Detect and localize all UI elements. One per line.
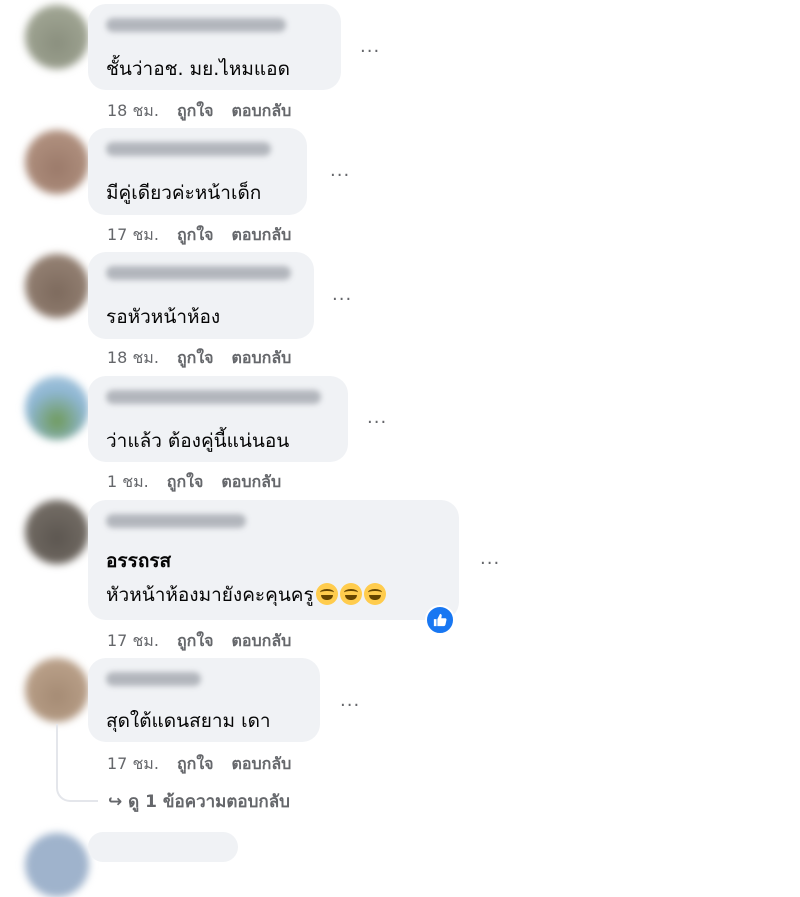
comment-timestamp[interactable]: 1 ชม.: [107, 472, 149, 491]
comment-text: ว่าแล้ว ต้องคู่นี้แน่นอน: [106, 430, 290, 452]
comment-meta: 18 ชม. ถูกใจ ตอบกลับ: [107, 99, 309, 124]
reply-link[interactable]: ตอบกลับ: [232, 754, 292, 773]
comment-text: หัวหน้าห้องมายังคะคุนครู: [106, 580, 386, 610]
comment-bubble: มีคู่เดียวค่ะหน้าเด็ก: [88, 128, 307, 215]
comment-timestamp[interactable]: 18 ชม.: [107, 101, 159, 120]
comment-bubble: ว่าแล้ว ต้องคู่นี้แน่นอน: [88, 376, 348, 462]
like-reaction-badge[interactable]: [425, 605, 455, 635]
like-link[interactable]: ถูกใจ: [177, 225, 214, 244]
commenter-avatar[interactable]: [25, 658, 89, 722]
comment-timestamp[interactable]: 17 ชม.: [107, 225, 159, 244]
comment-text-content: หัวหน้าห้องมายังคะคุนครู: [106, 584, 314, 606]
like-link[interactable]: ถูกใจ: [177, 754, 214, 773]
commenter-name-blurred[interactable]: [106, 390, 321, 404]
comment-timestamp[interactable]: 18 ชม.: [107, 348, 159, 367]
grinning-sweat-emoji: [315, 583, 338, 605]
view-replies-link[interactable]: ↪ ดู 1 ข้อความตอบกลับ: [108, 788, 290, 815]
more-options-button[interactable]: ...: [330, 160, 350, 181]
commenter-name-blurred[interactable]: [106, 18, 286, 32]
like-link[interactable]: ถูกใจ: [177, 348, 214, 367]
commenter-name-blurred[interactable]: [106, 142, 271, 156]
comment-text: มีคู่เดียวค่ะหน้าเด็ก: [106, 182, 262, 204]
comment-bubble: รอหัวหน้าห้อง: [88, 252, 314, 339]
comment-text: ชั้นว่าอช. มย.ไหมแอด: [106, 58, 290, 80]
commenter-avatar[interactable]: [25, 5, 89, 69]
reply-link[interactable]: ตอบกลับ: [221, 472, 281, 491]
comment-bubble: สุดใต้แดนสยาม เดา: [88, 658, 320, 742]
commenter-name-blurred[interactable]: [106, 672, 201, 686]
commenter-avatar[interactable]: [25, 376, 89, 440]
more-options-button[interactable]: ...: [360, 36, 380, 57]
comment-bubble: [88, 832, 238, 862]
reply-link[interactable]: ตอบกลับ: [232, 631, 292, 650]
like-link[interactable]: ถูกใจ: [167, 472, 204, 491]
like-link[interactable]: ถูกใจ: [177, 631, 214, 650]
commenter-avatar[interactable]: [25, 254, 89, 318]
commenter-name-blurred[interactable]: [106, 266, 291, 280]
like-link[interactable]: ถูกใจ: [177, 101, 214, 120]
commenter-avatar[interactable]: [25, 500, 89, 564]
mentioned-user-tag[interactable]: อรรถรส: [106, 546, 171, 576]
reply-thread-connector: [56, 724, 98, 802]
comment-meta: 17 ชม. ถูกใจ ตอบกลับ: [107, 752, 309, 777]
comment-meta: 17 ชม. ถูกใจ ตอบกลับ: [107, 629, 309, 654]
commenter-avatar[interactable]: [25, 130, 89, 194]
thumbs-up-icon: [433, 613, 447, 627]
comment-meta: 18 ชม. ถูกใจ ตอบกลับ: [107, 346, 309, 371]
comment-bubble: อรรถรส หัวหน้าห้องมายังคะคุนครู: [88, 500, 459, 620]
reply-link[interactable]: ตอบกลับ: [232, 101, 292, 120]
comment-timestamp[interactable]: 17 ชม.: [107, 754, 159, 773]
more-options-button[interactable]: ...: [367, 407, 387, 428]
more-options-button[interactable]: ...: [340, 690, 360, 711]
comment-text: สุดใต้แดนสยาม เดา: [106, 710, 271, 732]
comment-meta: 17 ชม. ถูกใจ ตอบกลับ: [107, 223, 309, 248]
reply-link[interactable]: ตอบกลับ: [232, 348, 292, 367]
reply-link[interactable]: ตอบกลับ: [232, 225, 292, 244]
more-options-button[interactable]: ...: [480, 548, 500, 569]
grinning-sweat-emoji: [339, 583, 362, 605]
comment-timestamp[interactable]: 17 ชม.: [107, 631, 159, 650]
comment-bubble: ชั้นว่าอช. มย.ไหมแอด: [88, 4, 341, 90]
grinning-sweat-emoji: [363, 583, 386, 605]
comment-text: รอหัวหน้าห้อง: [106, 306, 221, 328]
more-options-button[interactable]: ...: [332, 284, 352, 305]
commenter-name-blurred[interactable]: [106, 514, 246, 528]
comment-meta: 1 ชม. ถูกใจ ตอบกลับ: [107, 470, 299, 495]
